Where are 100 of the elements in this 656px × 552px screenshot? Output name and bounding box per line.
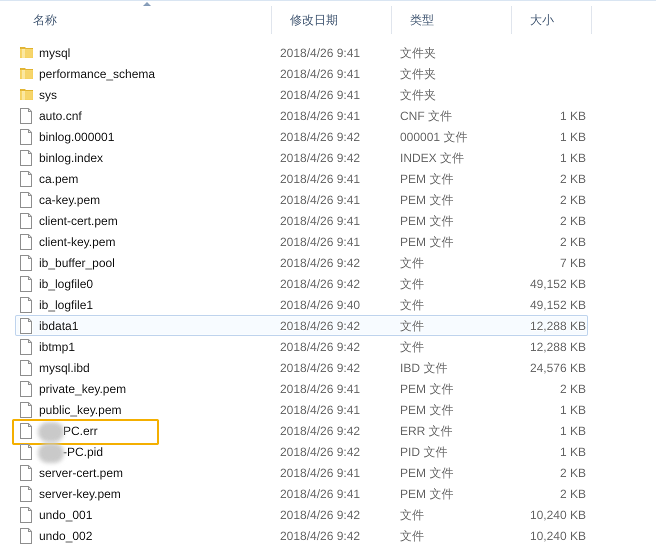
type-cell-text: 文件 bbox=[399, 254, 425, 272]
file-row[interactable]: client-key.pem 2018/4/26 9:41 PEM 文件 2 KB bbox=[15, 231, 588, 252]
date-cell-text: 2018/4/26 9:41 bbox=[279, 234, 362, 250]
file-icon bbox=[19, 296, 34, 312]
size-cell-text: 2 KB bbox=[558, 486, 586, 502]
date-cell-text: 2018/4/26 9:40 bbox=[279, 296, 362, 314]
size-cell-text: 12,288 KB bbox=[528, 318, 586, 334]
file-icon bbox=[19, 170, 34, 186]
file-icon bbox=[19, 422, 34, 438]
file-row[interactable]: auto.cnf 2018/4/26 9:41 CNF 文件 1 KB bbox=[15, 105, 588, 126]
file-icon bbox=[19, 402, 34, 418]
date-cell-text: 2018/4/26 9:41 bbox=[279, 44, 362, 62]
file-name: ibtmp1 bbox=[39, 338, 76, 356]
size-cell-text: 2 KB bbox=[558, 464, 586, 482]
file-icon bbox=[19, 318, 34, 334]
file-row[interactable]: ib_logfile1 2018/4/26 9:40 文件 49,152 KB bbox=[15, 294, 588, 315]
date-cell-text: 2018/4/26 9:42 bbox=[279, 444, 362, 460]
file-row[interactable]: binlog.index 2018/4/26 9:42 INDEX 文件 1 KB bbox=[15, 147, 588, 168]
file-name: ib_logfile0 bbox=[39, 276, 94, 292]
file-row[interactable]: client-cert.pem 2018/4/26 9:41 PEM 文件 2 KB bbox=[15, 210, 588, 231]
size-cell-text: 49,152 KB bbox=[528, 296, 586, 314]
file-name: server-cert.pem bbox=[39, 464, 124, 482]
file-row[interactable]: private_key.pem 2018/4/26 9:41 PEM 文件 2 KB bbox=[15, 378, 588, 399]
column-header[interactable]: 类型 bbox=[392, 6, 512, 34]
type-cell-text: 文件 bbox=[399, 528, 425, 544]
type-cell-text: PEM 文件 bbox=[399, 170, 454, 188]
file-row[interactable]: mysql.ibd 2018/4/26 9:42 IBD 文件 24,576 KB bbox=[15, 357, 588, 378]
file-name: private_key.pem bbox=[39, 380, 126, 398]
type-cell-text: PEM 文件 bbox=[399, 192, 454, 208]
file-row[interactable]: server-key.pem 2018/4/26 9:41 PEM 文件 2 KB bbox=[15, 483, 588, 504]
type-cell-text: PEM 文件 bbox=[399, 402, 454, 418]
file-row[interactable]: ib_logfile0 2018/4/26 9:42 文件 49,152 KB bbox=[15, 273, 588, 294]
file-row[interactable]: -PC.pid 2018/4/26 9:42 PID 文件 1 KB bbox=[15, 441, 588, 462]
file-icon bbox=[19, 254, 34, 270]
file-row[interactable]: performance_schema 2018/4/26 9:41 文件夹 bbox=[15, 63, 588, 84]
size-cell-text: 2 KB bbox=[558, 170, 586, 188]
date-cell-text: 2018/4/26 9:42 bbox=[279, 506, 362, 524]
type-cell-text: IBD 文件 bbox=[399, 360, 448, 376]
file-row[interactable]: public_key.pem 2018/4/26 9:41 PEM 文件 1 KB bbox=[15, 399, 588, 420]
file-name: client-key.pem bbox=[39, 234, 116, 250]
size-cell-text: 2 KB bbox=[558, 380, 586, 398]
date-cell-text: 2018/4/26 9:41 bbox=[279, 108, 362, 124]
file-icon bbox=[19, 338, 34, 354]
file-icon bbox=[19, 234, 34, 250]
column-header[interactable]: 修改日期 bbox=[272, 6, 392, 34]
date-cell-text: 2018/4/26 9:42 bbox=[279, 276, 362, 292]
file-row[interactable]: ca.pem 2018/4/26 9:41 PEM 文件 2 KB bbox=[15, 168, 588, 189]
file-icon bbox=[19, 108, 34, 124]
file-row[interactable]: PC.err 2018/4/26 9:42 ERR 文件 1 KB bbox=[15, 420, 588, 441]
folder-icon bbox=[19, 86, 34, 102]
file-icon bbox=[19, 212, 34, 228]
file-row[interactable]: ca-key.pem 2018/4/26 9:41 PEM 文件 2 KB bbox=[15, 189, 588, 210]
file-icon bbox=[19, 464, 34, 480]
file-name: PC.err bbox=[62, 422, 98, 440]
file-name: sys bbox=[39, 86, 57, 104]
file-row[interactable]: ibtmp1 2018/4/26 9:42 文件 12,288 KB bbox=[15, 336, 588, 357]
file-name: client-cert.pem bbox=[39, 212, 118, 230]
file-icon bbox=[19, 360, 34, 376]
file-icon bbox=[19, 528, 34, 544]
column-header[interactable]: 名称 bbox=[15, 6, 272, 34]
file-name: undo_002 bbox=[39, 528, 92, 544]
type-cell-text: INDEX 文件 bbox=[399, 150, 466, 166]
date-cell-text: 2018/4/26 9:42 bbox=[279, 150, 362, 166]
size-cell-text: 24,576 KB bbox=[528, 360, 586, 376]
file-row[interactable]: sys 2018/4/26 9:41 文件夹 bbox=[15, 84, 588, 105]
type-cell-text: CNF 文件 bbox=[399, 108, 453, 124]
folder-icon bbox=[19, 66, 34, 82]
date-cell-text: 2018/4/26 9:42 bbox=[279, 422, 362, 440]
sort-arrow-icon bbox=[143, 2, 151, 6]
size-cell-text: 1 KB bbox=[558, 150, 586, 166]
size-cell-text: 2 KB bbox=[558, 234, 586, 250]
date-cell-text: 2018/4/26 9:41 bbox=[279, 402, 362, 418]
file-name: -PC.pid bbox=[62, 444, 104, 460]
size-cell-text: 7 KB bbox=[558, 254, 586, 272]
type-cell-text: PEM 文件 bbox=[399, 464, 454, 482]
size-cell-text: 2 KB bbox=[558, 192, 586, 208]
date-cell-text: 2018/4/26 9:42 bbox=[279, 360, 362, 376]
date-cell-text: 2018/4/26 9:41 bbox=[279, 192, 362, 208]
folder-icon bbox=[19, 44, 34, 60]
type-cell-text: 文件夹 bbox=[399, 44, 437, 62]
file-icon bbox=[19, 444, 34, 460]
file-row[interactable]: server-cert.pem 2018/4/26 9:41 PEM 文件 2 KB bbox=[15, 462, 588, 483]
size-cell-text: 10,240 KB bbox=[528, 528, 586, 544]
file-row[interactable]: undo_002 2018/4/26 9:42 文件 10,240 KB bbox=[15, 525, 588, 546]
file-row[interactable]: ibdata1 2018/4/26 9:42 文件 12,288 KB bbox=[15, 315, 588, 336]
type-cell-text: 000001 文件 bbox=[399, 128, 468, 146]
file-row[interactable]: mysql 2018/4/26 9:41 文件夹 bbox=[15, 42, 588, 63]
type-cell-text: PEM 文件 bbox=[399, 486, 454, 502]
size-cell-text: 1 KB bbox=[558, 444, 586, 460]
file-row[interactable]: binlog.000001 2018/4/26 9:42 000001 文件 1 KB bbox=[15, 126, 588, 147]
file-name: server-key.pem bbox=[39, 486, 121, 502]
date-cell-text: 2018/4/26 9:42 bbox=[279, 338, 362, 356]
size-cell-text: 1 KB bbox=[558, 108, 586, 124]
size-cell-text: 49,152 KB bbox=[528, 276, 586, 292]
file-name: auto.cnf bbox=[39, 108, 82, 124]
file-row[interactable]: ib_buffer_pool 2018/4/26 9:42 文件 7 KB bbox=[15, 252, 588, 273]
file-name: ib_buffer_pool bbox=[39, 254, 115, 272]
date-cell-text: 2018/4/26 9:42 bbox=[279, 128, 362, 146]
column-header[interactable]: 大小 bbox=[512, 6, 592, 34]
file-row[interactable]: undo_001 2018/4/26 9:42 文件 10,240 KB bbox=[15, 504, 588, 525]
